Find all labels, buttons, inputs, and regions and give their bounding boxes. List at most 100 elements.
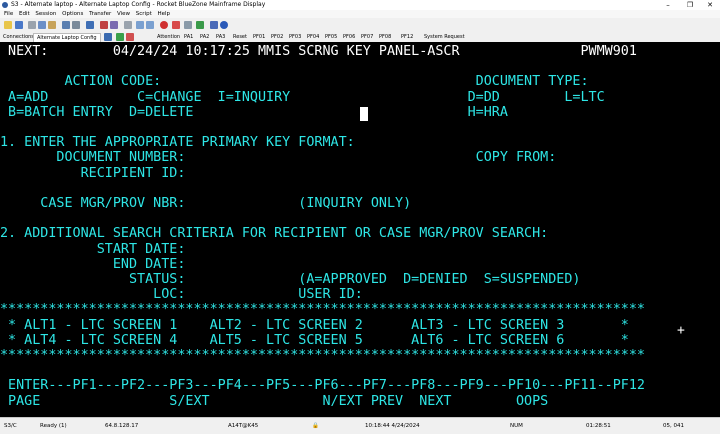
terminal-text: PAGE S/EXT N/EXT PREV NEXT OOPS [0,393,549,409]
font-icon[interactable] [100,21,108,29]
terminal-screen[interactable]: PAGE S/EXT N/EXT PREV NEXT OOPS ENTER---… [0,42,720,417]
transfer-icon[interactable] [86,21,94,29]
window-title: S3 - Alternate laptop - Alternate Laptop… [11,1,266,8]
terminal-line: ****************************************… [0,348,645,363]
terminal-text: STATUS: (A=APPROVED D=DENIED S=SUSPENDED… [0,272,581,287]
toolbar [0,18,720,32]
key-pf12[interactable]: PF12 [401,32,413,42]
session-icon[interactable] [104,33,112,41]
color-icon[interactable] [110,21,118,29]
terminal-line: END DATE: [0,256,186,272]
keyboard-icon[interactable] [124,21,132,29]
script-icon[interactable] [210,21,218,29]
key-pa2[interactable]: PA2 [200,32,209,42]
key-attention[interactable]: Attention [157,32,180,42]
key-system-request[interactable]: System Request [424,32,465,42]
key-pf05[interactable]: PF05 [325,32,337,42]
terminal-line: ENTER---PF1---PF2---PF3---PF4---PF5---PF… [0,378,645,393]
menu-edit[interactable]: Edit [19,11,30,17]
menu-file[interactable]: File [4,11,13,17]
paste-icon[interactable] [48,21,56,29]
terminal-line: * ALT1 - LTC SCREEN 1 ALT2 - LTC SCREEN … [0,318,629,333]
pointer-crosshair: + [677,323,685,338]
terminal-text: ****************************************… [0,348,645,363]
terminal-line: CASE MGR/PROV NBR: (INQUIRY ONLY) [0,196,411,211]
key-pf01[interactable]: PF01 [253,32,265,42]
terminal-text: CASE MGR/PROV NBR: (INQUIRY ONLY) [0,196,412,211]
menu-session[interactable]: Session [35,11,56,17]
numlock-indicator: NUM [510,423,523,429]
session-id: S3/C [4,423,17,429]
save-icon[interactable] [62,21,70,29]
title-bar: S3 - Alternate laptop - Alternate Laptop… [0,0,720,10]
terminal-line: ****************************************… [0,302,645,317]
terminal-text: START DATE: [0,241,186,257]
terminal-line: ACTION CODE: DOCUMENT TYPE: [0,74,588,89]
zoom-out-icon[interactable] [146,21,154,29]
key-pf06[interactable]: PF06 [343,32,355,42]
terminal-text: DOCUMENT NUMBER: COPY FROM: [0,150,557,166]
terminal-line: 2. ADDITIONAL SEARCH CRITERIA FOR RECIPI… [0,226,548,241]
terminal-text: 1. ENTER THE APPROPRIATE PRIMARY KEY FOR… [0,135,355,151]
status-bar: S3/C Ready (1) 64.8.128.17 A14T@K45 🔒 10… [0,417,720,434]
key-pf04[interactable]: PF04 [307,32,319,42]
terminal-text: LOC: USER ID: [0,287,363,303]
terminal-line: DOCUMENT NUMBER: COPY FROM: [0,150,556,165]
menu-script[interactable]: Script [136,11,152,17]
terminal-line: B=BATCH ENTRY D=DELETE H=HRA [0,105,508,120]
terminal-text: * ALT1 - LTC SCREEN 1 ALT2 - LTC SCREEN … [0,317,629,333]
lock-icon: 🔒 [312,423,319,429]
terminal-line: NEXT: 04/24/24 10:17:25 MMIS SCRNG KEY P… [0,44,637,59]
host-address: 64.8.128.17 [105,423,139,429]
terminal-text: NEXT: 04/24/24 10:17:25 MMIS SCRNG KEY P… [0,44,637,59]
terminal-text: A=ADD C=CHANGE I=INQUIRY D=DD L=LTC [0,89,605,105]
cursor-position: 05, 041 [663,423,684,429]
play-icon[interactable] [196,21,204,29]
terminal-line: LOC: USER ID: [0,287,363,302]
terminal-line: START DATE: [0,241,186,257]
cut-icon[interactable] [28,21,36,29]
zoom-in-icon[interactable] [136,21,144,29]
copy-icon[interactable] [38,21,46,29]
menu-options[interactable]: Options [62,11,83,17]
key-pf08[interactable]: PF08 [379,32,391,42]
minimize-button[interactable]: – [660,0,676,10]
close-button[interactable]: ✕ [702,0,718,10]
terminal-text: RECIPIENT ID: [0,165,186,181]
key-pa1[interactable]: PA1 [184,32,193,42]
terminal-line: RECIPIENT ID: [0,165,186,181]
terminal-id: A14T@K45 [228,423,259,429]
terminal-line: PAGE S/EXT N/EXT PREV NEXT OOPS [0,394,548,409]
menu-help[interactable]: Help [158,11,171,17]
terminal-text: END DATE: [0,256,186,272]
pause-icon[interactable] [184,21,192,29]
menu-transfer[interactable]: Transfer [89,11,111,17]
terminal-line: 1. ENTER THE APPROPRIATE PRIMARY KEY FOR… [0,135,355,150]
elapsed-time: 01:28:51 [586,423,611,429]
record-icon[interactable] [160,21,168,29]
stop-icon[interactable] [172,21,180,29]
connection-state: Ready (1) [40,423,67,429]
connect-icon[interactable] [4,21,12,29]
connections-label[interactable]: Connections [3,32,34,42]
key-pf03[interactable]: PF03 [289,32,301,42]
terminal-line: A=ADD C=CHANGE I=INQUIRY D=DD L=LTC [0,90,605,105]
info-icon[interactable] [220,21,228,29]
key-pa3[interactable]: PA3 [216,32,225,42]
connect-session-icon[interactable] [116,33,124,41]
terminal-text: ****************************************… [0,302,645,318]
key-pf07[interactable]: PF07 [361,32,373,42]
terminal-text: B=BATCH ENTRY D=DELETE H=HRA [0,104,508,120]
print-icon[interactable] [72,21,80,29]
key-reset[interactable]: Reset [233,32,247,42]
menu-bar: File Edit Session Options Transfer View … [0,10,720,18]
disconnect-icon[interactable] [15,21,23,29]
disconnect-session-icon[interactable] [126,33,134,41]
session-datetime: 10:18:44 4/24/2024 [365,423,420,429]
menu-view[interactable]: View [117,11,130,17]
text-cursor [360,107,368,121]
terminal-text: 2. ADDITIONAL SEARCH CRITERIA FOR RECIPI… [0,226,549,242]
key-pf02[interactable]: PF02 [271,32,283,42]
terminal-text: ENTER---PF1---PF2---PF3---PF4---PF5---PF… [0,378,645,394]
maximize-button[interactable]: ❐ [682,0,698,10]
